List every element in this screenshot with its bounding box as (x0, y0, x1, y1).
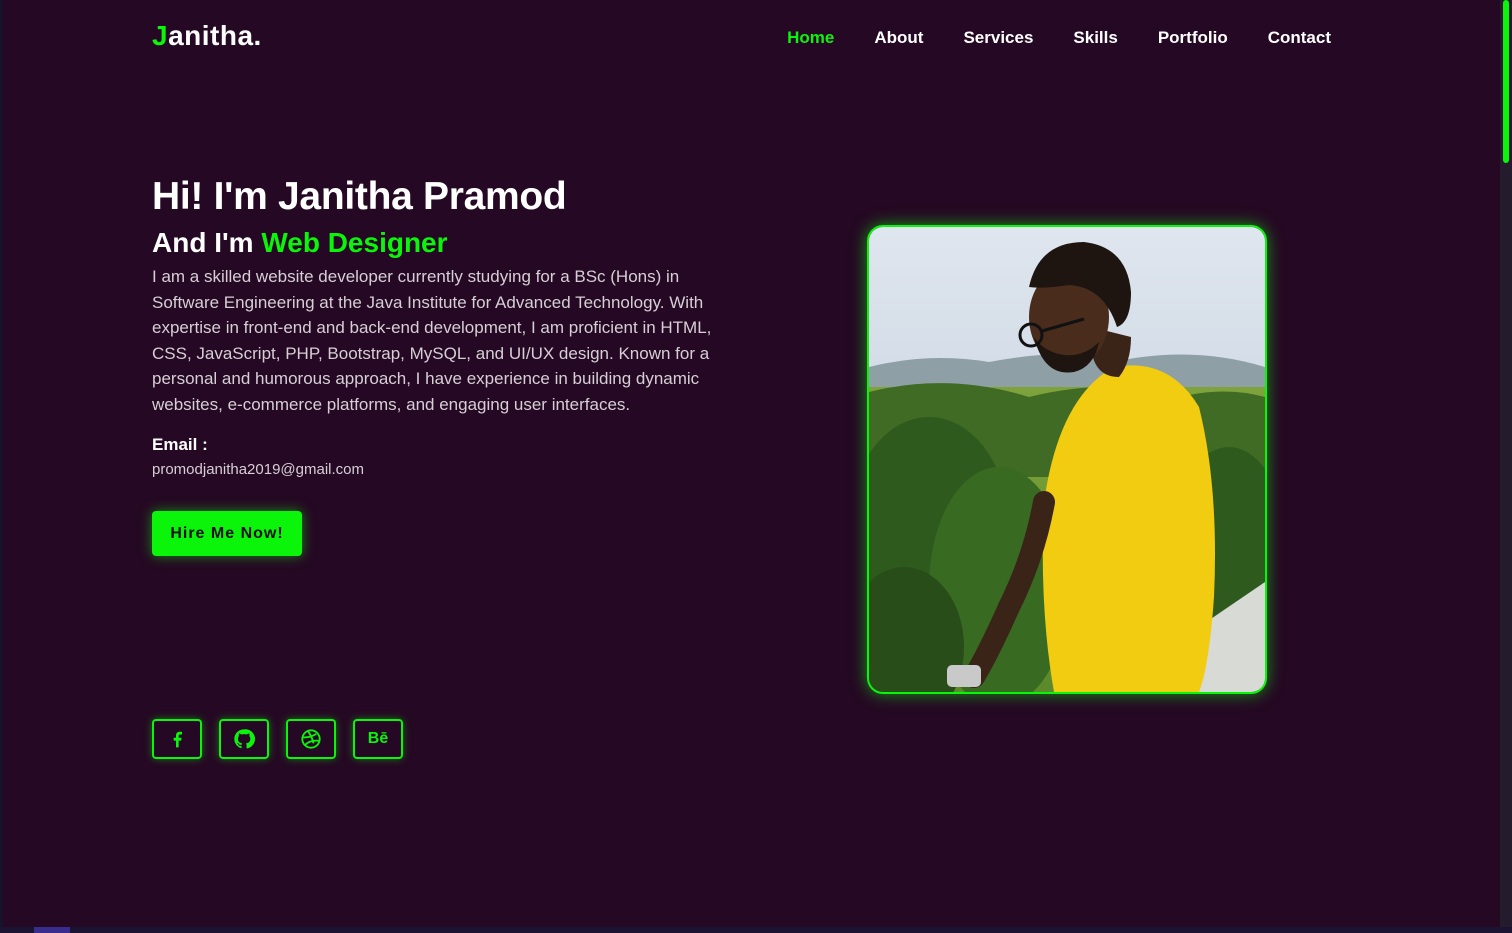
scrollbar-thumb[interactable] (1503, 0, 1509, 163)
nav-services[interactable]: Services (963, 28, 1033, 48)
github-icon (234, 729, 255, 749)
hero-section: Hi! I'm Janitha Pramod And I'm Web Desig… (152, 172, 732, 556)
email-label: Email : (152, 435, 208, 454)
dribbble-icon (301, 729, 321, 749)
taskbar-mark (34, 927, 70, 933)
social-links: Bē (152, 719, 403, 759)
profile-photo (867, 225, 1267, 694)
nav-portfolio[interactable]: Portfolio (1158, 28, 1228, 48)
behance-icon: Bē (367, 730, 389, 747)
logo-text: anitha. (168, 20, 262, 51)
nav-contact[interactable]: Contact (1268, 28, 1331, 48)
profile-photo-image (869, 227, 1265, 692)
subtitle-role: Web Designer (261, 227, 448, 258)
facebook-icon (173, 731, 182, 748)
taskbar-edge (0, 927, 1512, 933)
hero-title: Hi! I'm Janitha Pramod (152, 175, 567, 218)
scrollbar[interactable] (1500, 0, 1512, 927)
hire-me-button[interactable]: Hire Me Now! (152, 511, 302, 556)
github-link[interactable] (219, 719, 269, 759)
nav-about[interactable]: About (874, 28, 923, 48)
page: Janitha. Home About Services Skills Port… (0, 0, 1512, 933)
site-logo[interactable]: Janitha. (152, 20, 262, 52)
behance-link[interactable]: Bē (353, 719, 403, 759)
main-nav: Home About Services Skills Portfolio Con… (787, 28, 1331, 48)
hero-subtitle: And I'm Web Designer (152, 226, 732, 260)
subtitle-prefix: And I'm (152, 227, 254, 258)
email-address[interactable]: promodjanitha2019@gmail.com (152, 461, 732, 478)
window-edge (0, 0, 3, 933)
facebook-link[interactable] (152, 719, 202, 759)
logo-initial: J (152, 20, 169, 51)
nav-skills[interactable]: Skills (1073, 28, 1117, 48)
hero-description: I am a skilled website developer current… (152, 267, 712, 414)
nav-home[interactable]: Home (787, 28, 834, 48)
dribbble-link[interactable] (286, 719, 336, 759)
